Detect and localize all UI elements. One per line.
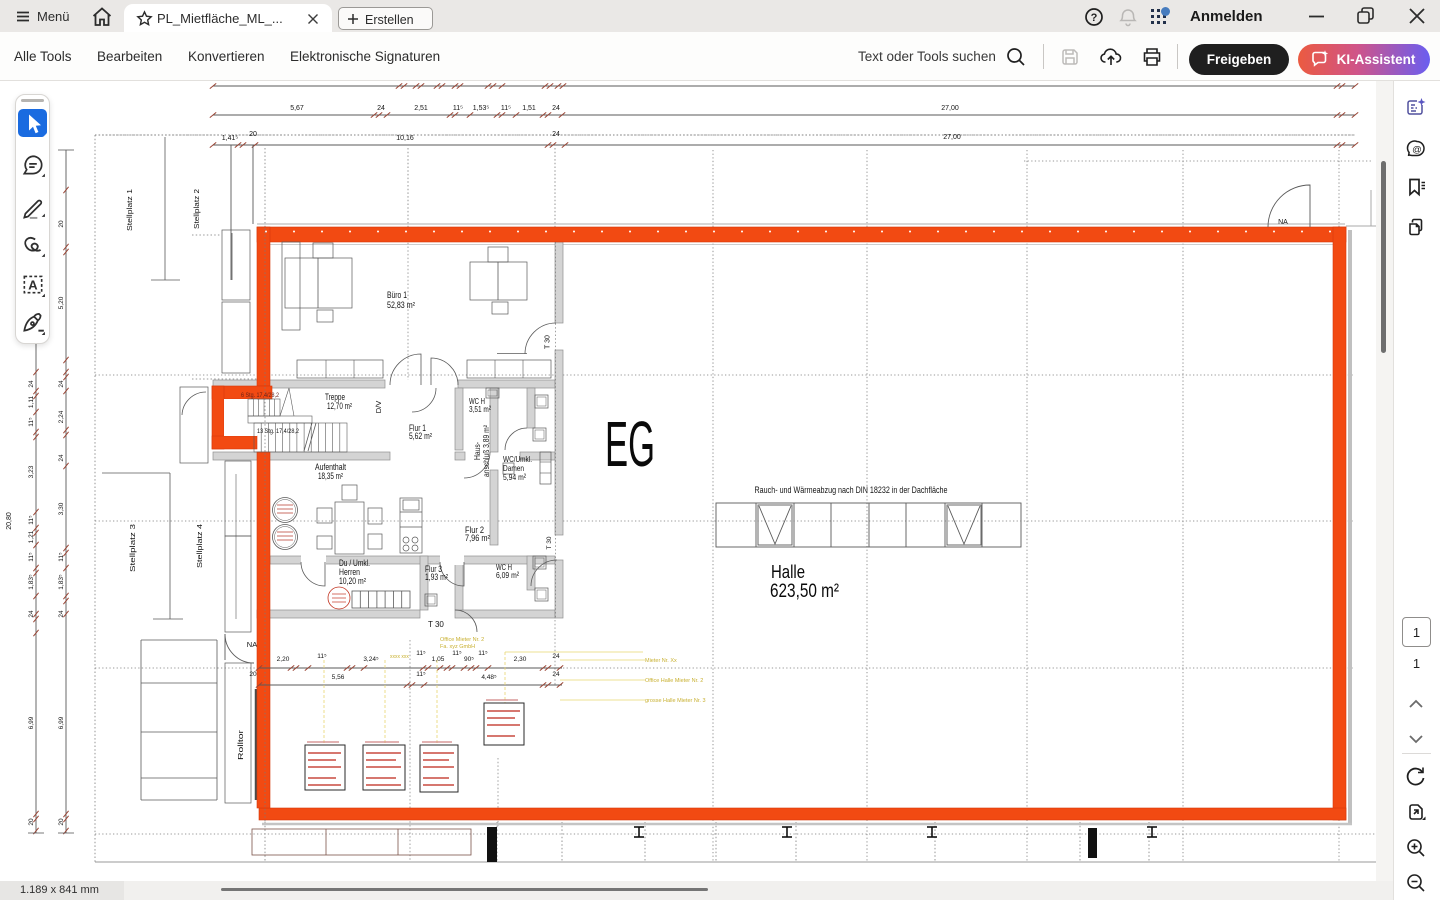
svg-text:T 30: T 30 bbox=[546, 536, 553, 549]
svg-text:6,99: 6,99 bbox=[58, 716, 65, 729]
svg-text:grosse Halle Mieter Nr. 3: grosse Halle Mieter Nr. 3 bbox=[645, 698, 706, 704]
svg-text:5,67: 5,67 bbox=[290, 105, 304, 112]
svg-text:1,93 m²: 1,93 m² bbox=[425, 572, 448, 582]
svg-text:20: 20 bbox=[58, 220, 65, 228]
svg-text:NA: NA bbox=[247, 640, 257, 649]
svg-text:5,20: 5,20 bbox=[58, 296, 65, 309]
svg-text:10,20 m²: 10,20 m² bbox=[339, 576, 366, 586]
svg-text:D/V: D/V bbox=[374, 401, 383, 414]
svg-text:11⁵: 11⁵ bbox=[416, 671, 426, 678]
svg-text:T 30: T 30 bbox=[545, 335, 552, 349]
svg-text:2,30: 2,30 bbox=[514, 656, 527, 663]
svg-text:T 30: T 30 bbox=[428, 620, 444, 629]
svg-text:11⁵: 11⁵ bbox=[317, 653, 327, 660]
svg-text:24: 24 bbox=[28, 610, 35, 618]
svg-text:24: 24 bbox=[377, 105, 385, 112]
svg-text:27,00: 27,00 bbox=[941, 105, 959, 112]
svg-text:Stellplatz 4: Stellplatz 4 bbox=[197, 524, 204, 568]
svg-text:5,62 m²: 5,62 m² bbox=[409, 431, 432, 441]
svg-text:20: 20 bbox=[58, 818, 65, 826]
svg-text:20: 20 bbox=[28, 818, 35, 826]
svg-text:Office Mieter Nr. 2: Office Mieter Nr. 2 bbox=[440, 637, 484, 643]
svg-text:18,35 m²: 18,35 m² bbox=[318, 471, 343, 481]
svg-text:11⁵: 11⁵ bbox=[416, 650, 426, 657]
svg-text:Fa. xyz GmbH: Fa. xyz GmbH bbox=[440, 644, 475, 650]
svg-text:24: 24 bbox=[58, 380, 65, 388]
svg-text:11⁵: 11⁵ bbox=[28, 417, 35, 427]
svg-text:20,80: 20,80 bbox=[6, 512, 13, 530]
svg-text:11⁵: 11⁵ bbox=[478, 650, 488, 657]
svg-text:Stellplatz 2: Stellplatz 2 bbox=[194, 189, 201, 229]
svg-text:2,20: 2,20 bbox=[277, 656, 290, 663]
svg-text:Büro 1: Büro 1 bbox=[387, 290, 407, 300]
svg-text:13 Stg. 17,4/28,2: 13 Stg. 17,4/28,2 bbox=[257, 429, 300, 435]
svg-text:24: 24 bbox=[552, 653, 560, 660]
svg-text:20: 20 bbox=[249, 131, 257, 138]
svg-text:Stellplatz 1: Stellplatz 1 bbox=[127, 189, 134, 231]
svg-text:11⁵: 11⁵ bbox=[453, 105, 463, 112]
svg-text:1,83⁵: 1,83⁵ bbox=[28, 574, 35, 590]
svg-text:4,48⁵: 4,48⁵ bbox=[481, 674, 497, 681]
svg-text:NA: NA bbox=[1278, 219, 1288, 226]
svg-text:1,21: 1,21 bbox=[28, 530, 35, 543]
svg-text:Mieter Nr. Xx: Mieter Nr. Xx bbox=[645, 658, 677, 664]
svg-text:11⁵: 11⁵ bbox=[501, 105, 511, 112]
svg-text:623,50 m²: 623,50 m² bbox=[770, 581, 839, 602]
svg-text:11⁵: 11⁵ bbox=[58, 552, 65, 562]
svg-text:24: 24 bbox=[58, 610, 65, 618]
svg-text:11⁵: 11⁵ bbox=[452, 650, 462, 657]
svg-text:11⁵: 11⁵ bbox=[28, 552, 35, 562]
svg-text:1,53⁵: 1,53⁵ bbox=[473, 105, 490, 112]
svg-text:27,00: 27,00 bbox=[943, 134, 961, 141]
svg-text:90⁵: 90⁵ bbox=[464, 656, 474, 663]
svg-text:EG: EG bbox=[605, 408, 655, 480]
svg-text:?: ? bbox=[1091, 12, 1098, 24]
svg-text:A: A bbox=[28, 277, 38, 292]
svg-text:52,83 m²: 52,83 m² bbox=[387, 300, 415, 310]
svg-text:24: 24 bbox=[552, 105, 560, 112]
svg-text:5,94 m²: 5,94 m² bbox=[503, 472, 526, 482]
svg-text:1,11: 1,11 bbox=[28, 396, 35, 409]
svg-text:11⁵: 11⁵ bbox=[28, 515, 35, 525]
svg-text:Rauch- und Wärmeabzug nach DIN: Rauch- und Wärmeabzug nach DIN 18232 in … bbox=[755, 485, 948, 495]
svg-text:1,51: 1,51 bbox=[522, 105, 536, 112]
svg-text:Haus-: Haus- bbox=[473, 442, 482, 460]
svg-text:7,96 m²: 7,96 m² bbox=[465, 533, 490, 543]
svg-text:3,23: 3,23 bbox=[28, 465, 35, 478]
svg-text:xxxx xxx: xxxx xxx bbox=[390, 654, 409, 660]
svg-text:20: 20 bbox=[249, 671, 257, 678]
svg-text:2,24: 2,24 bbox=[58, 410, 65, 423]
svg-text:3,30: 3,30 bbox=[58, 502, 65, 515]
svg-text:24: 24 bbox=[58, 454, 65, 462]
svg-text:24: 24 bbox=[28, 380, 35, 388]
svg-text:1,41⁵: 1,41⁵ bbox=[222, 135, 239, 142]
svg-text:6,99: 6,99 bbox=[28, 716, 35, 729]
svg-text:@: @ bbox=[1412, 145, 1422, 156]
svg-text:10,16: 10,16 bbox=[396, 135, 414, 142]
svg-text:6,09 m²: 6,09 m² bbox=[496, 570, 519, 580]
svg-text:3,24⁵: 3,24⁵ bbox=[363, 656, 379, 663]
svg-text:Halle: Halle bbox=[771, 562, 805, 582]
svg-text:24: 24 bbox=[552, 131, 560, 138]
svg-text:5,56: 5,56 bbox=[332, 674, 345, 681]
svg-text:1,83⁵: 1,83⁵ bbox=[58, 574, 65, 590]
svg-text:6 Stg. 17,4/28,2: 6 Stg. 17,4/28,2 bbox=[241, 393, 280, 399]
svg-text:12,70 m²: 12,70 m² bbox=[327, 401, 352, 411]
svg-text:1,05: 1,05 bbox=[432, 656, 445, 663]
svg-text:Office Halle Mieter Nr. 2: Office Halle Mieter Nr. 2 bbox=[645, 678, 703, 684]
svg-text:24: 24 bbox=[552, 671, 560, 678]
svg-text:3,51 m²: 3,51 m² bbox=[469, 404, 491, 414]
svg-text:anschluß 3,89 m²: anschluß 3,89 m² bbox=[482, 425, 491, 477]
svg-text:Rolltor: Rolltor bbox=[238, 729, 245, 760]
svg-text:2,51: 2,51 bbox=[414, 105, 428, 112]
svg-text:Stellplatz 3: Stellplatz 3 bbox=[130, 524, 137, 572]
